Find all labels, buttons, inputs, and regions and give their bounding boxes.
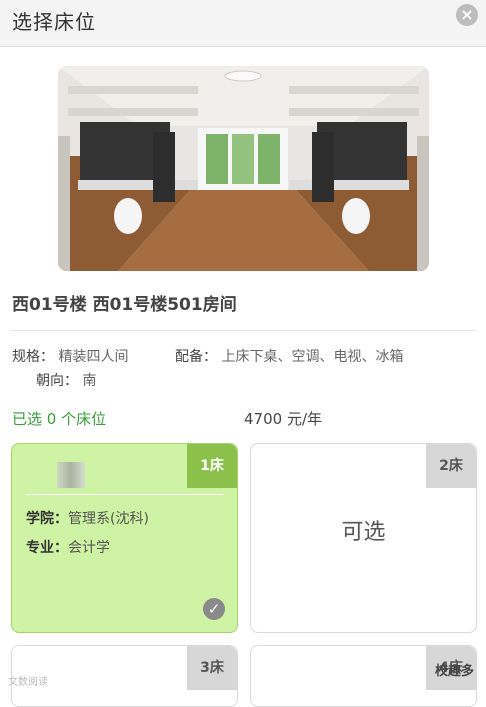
dialog-header: 选择床位 ×: [0, 0, 486, 47]
college-line: 学院：管理系(沈科): [26, 508, 149, 528]
room-equipment: 配备： 上床下桌、空调、电视、冰箱: [175, 346, 403, 366]
orientation-label: 朝向：: [36, 373, 78, 389]
blurred-occupant-name: [57, 462, 85, 488]
room-orientation: 朝向： 南: [36, 370, 96, 390]
equipment-value: 上床下桌、空调、电视、冰箱: [221, 349, 404, 365]
check-icon: ✓: [203, 598, 225, 620]
building-room-title: 西01号楼 西01号楼501房间: [12, 295, 237, 315]
major-label: 专业：: [26, 540, 68, 556]
watermark-left: 文数阅读: [8, 677, 48, 688]
bed-card-1[interactable]: 1床 学院：管理系(沈科) 专业：会计学 ✓: [11, 443, 238, 633]
equipment-label: 配备：: [175, 349, 217, 365]
room-spec: 规格： 精装四人间: [12, 346, 128, 366]
dialog-title: 选择床位: [12, 10, 96, 34]
orientation-value: 南: [82, 373, 97, 389]
college-label: 学院：: [26, 511, 68, 527]
bed-card-2[interactable]: 2床 可选: [250, 443, 477, 633]
bed-number: 2床: [426, 444, 476, 488]
spec-value: 精装四人间: [58, 349, 129, 365]
bed-number: 3床: [187, 646, 237, 690]
price: 4700 元/年: [244, 410, 322, 428]
room-photo: [58, 66, 429, 271]
watermark-right: 校趣多: [434, 664, 474, 679]
card-divider: [26, 494, 223, 495]
selected-bed-count: 已选 0 个床位: [12, 410, 107, 428]
major-line: 专业：会计学: [26, 537, 110, 557]
dorm-room-image: [58, 66, 429, 271]
available-label: 可选: [341, 520, 386, 545]
close-icon[interactable]: ×: [456, 4, 478, 26]
major-value: 会计学: [68, 540, 110, 556]
divider: [10, 330, 476, 331]
college-value: 管理系(沈科): [68, 511, 149, 527]
spec-label: 规格：: [12, 349, 54, 365]
bed-number: 1床: [187, 444, 237, 488]
